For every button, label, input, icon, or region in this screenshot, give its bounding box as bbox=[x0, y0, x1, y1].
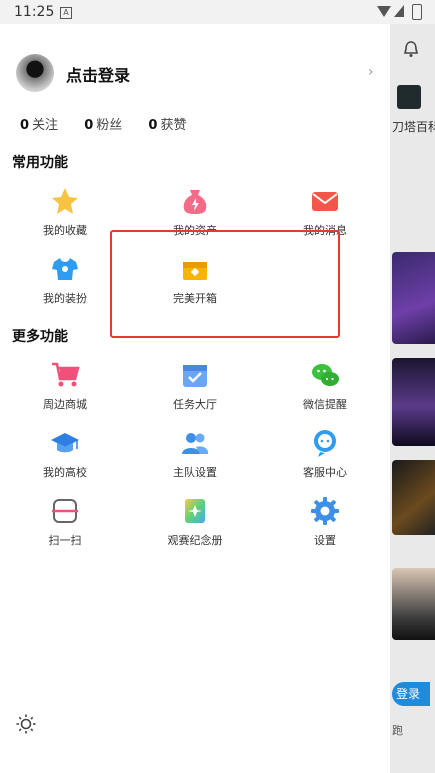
stat-followers[interactable]: 0 粉丝 bbox=[84, 114, 122, 133]
item-customer-service[interactable]: 客服中心 bbox=[270, 428, 380, 480]
item-label: 客服中心 bbox=[303, 466, 347, 479]
stats-row: 0 关注 0 粉丝 0 获赞 bbox=[20, 114, 208, 133]
battery-icon bbox=[412, 4, 422, 20]
dota-icon[interactable] bbox=[397, 85, 421, 109]
stat-count: 0 bbox=[148, 118, 158, 133]
more-functions-title: 更多功能 bbox=[12, 329, 68, 345]
item-label: 观赛纪念册 bbox=[167, 534, 223, 547]
calendar-check-icon bbox=[183, 365, 207, 387]
stat-following[interactable]: 0 关注 bbox=[20, 114, 58, 133]
login-prompt[interactable]: 点击登录 bbox=[66, 62, 130, 86]
common-functions-title: 常用功能 bbox=[12, 155, 68, 171]
highlight-box bbox=[110, 230, 340, 338]
scan-icon bbox=[52, 499, 78, 523]
mail-icon bbox=[312, 192, 338, 211]
feed-thumbnail[interactable] bbox=[392, 460, 435, 535]
feed-thumbnail[interactable] bbox=[392, 568, 435, 640]
dota-wiki-label: 刀塔百科 bbox=[392, 120, 435, 134]
album-icon bbox=[185, 499, 205, 523]
profile-row[interactable]: 点击登录 › bbox=[16, 54, 376, 94]
theme-toggle-icon[interactable] bbox=[16, 714, 36, 734]
cart-icon bbox=[52, 362, 80, 387]
customer-service-icon bbox=[314, 430, 336, 457]
item-favorites[interactable]: 我的收藏 bbox=[10, 186, 120, 238]
gear-icon bbox=[311, 497, 339, 525]
chevron-right-icon: › bbox=[368, 64, 374, 80]
feed-thumbnail[interactable] bbox=[392, 252, 435, 344]
graduation-cap-icon bbox=[51, 433, 79, 453]
item-task-hall[interactable]: 任务大厅 bbox=[140, 360, 250, 412]
notification-a-icon: A bbox=[60, 7, 72, 19]
login-button[interactable]: 登录 bbox=[392, 682, 430, 706]
item-label: 扫一扫 bbox=[48, 534, 82, 547]
bell-icon[interactable] bbox=[402, 40, 420, 58]
item-outfits[interactable]: 我的装扮 bbox=[10, 254, 120, 306]
item-label: 设置 bbox=[314, 534, 336, 547]
item-label: 任务大厅 bbox=[173, 398, 217, 411]
signal-icon bbox=[394, 5, 404, 17]
item-my-university[interactable]: 我的高校 bbox=[10, 428, 120, 480]
item-label: 周边商城 bbox=[43, 398, 87, 411]
item-scan[interactable]: 扫一扫 bbox=[10, 496, 120, 548]
status-time: 11:25 bbox=[14, 4, 55, 20]
item-label: 我的收藏 bbox=[43, 224, 87, 237]
feed-thumbnail[interactable] bbox=[392, 358, 435, 446]
stat-label: 关注 bbox=[32, 118, 59, 133]
stat-label: 粉丝 bbox=[96, 118, 123, 133]
star-icon bbox=[52, 188, 78, 214]
shirt-icon bbox=[52, 258, 78, 280]
item-label: 主队设置 bbox=[173, 466, 217, 479]
item-wechat-reminder[interactable]: 微信提醒 bbox=[270, 360, 380, 412]
stat-count: 0 bbox=[20, 118, 30, 133]
item-label: 我的装扮 bbox=[43, 292, 87, 305]
item-label: 微信提醒 bbox=[303, 398, 347, 411]
item-watch-album[interactable]: 观赛纪念册 bbox=[140, 496, 250, 548]
side-drawer: 点击登录 › 0 关注 0 粉丝 0 获赞 常用功能 我的收藏 我的资产 我的消息 我… bbox=[0, 24, 390, 773]
item-label: 我的高校 bbox=[43, 466, 87, 479]
stat-likes[interactable]: 0 获赞 bbox=[148, 114, 186, 133]
stat-label: 获赞 bbox=[160, 118, 187, 133]
wifi-icon bbox=[377, 6, 391, 17]
status-bar: 11:25 A bbox=[0, 0, 435, 24]
stat-count: 0 bbox=[84, 118, 94, 133]
team-icon bbox=[182, 433, 209, 454]
money-bag-icon bbox=[183, 190, 207, 214]
item-settings[interactable]: 设置 bbox=[270, 496, 380, 548]
item-team-settings[interactable]: 主队设置 bbox=[140, 428, 250, 480]
item-merch-store[interactable]: 周边商城 bbox=[10, 360, 120, 412]
wechat-icon bbox=[312, 364, 339, 386]
avatar[interactable] bbox=[16, 54, 54, 92]
bottom-nav-label[interactable]: 跑 bbox=[392, 722, 403, 738]
